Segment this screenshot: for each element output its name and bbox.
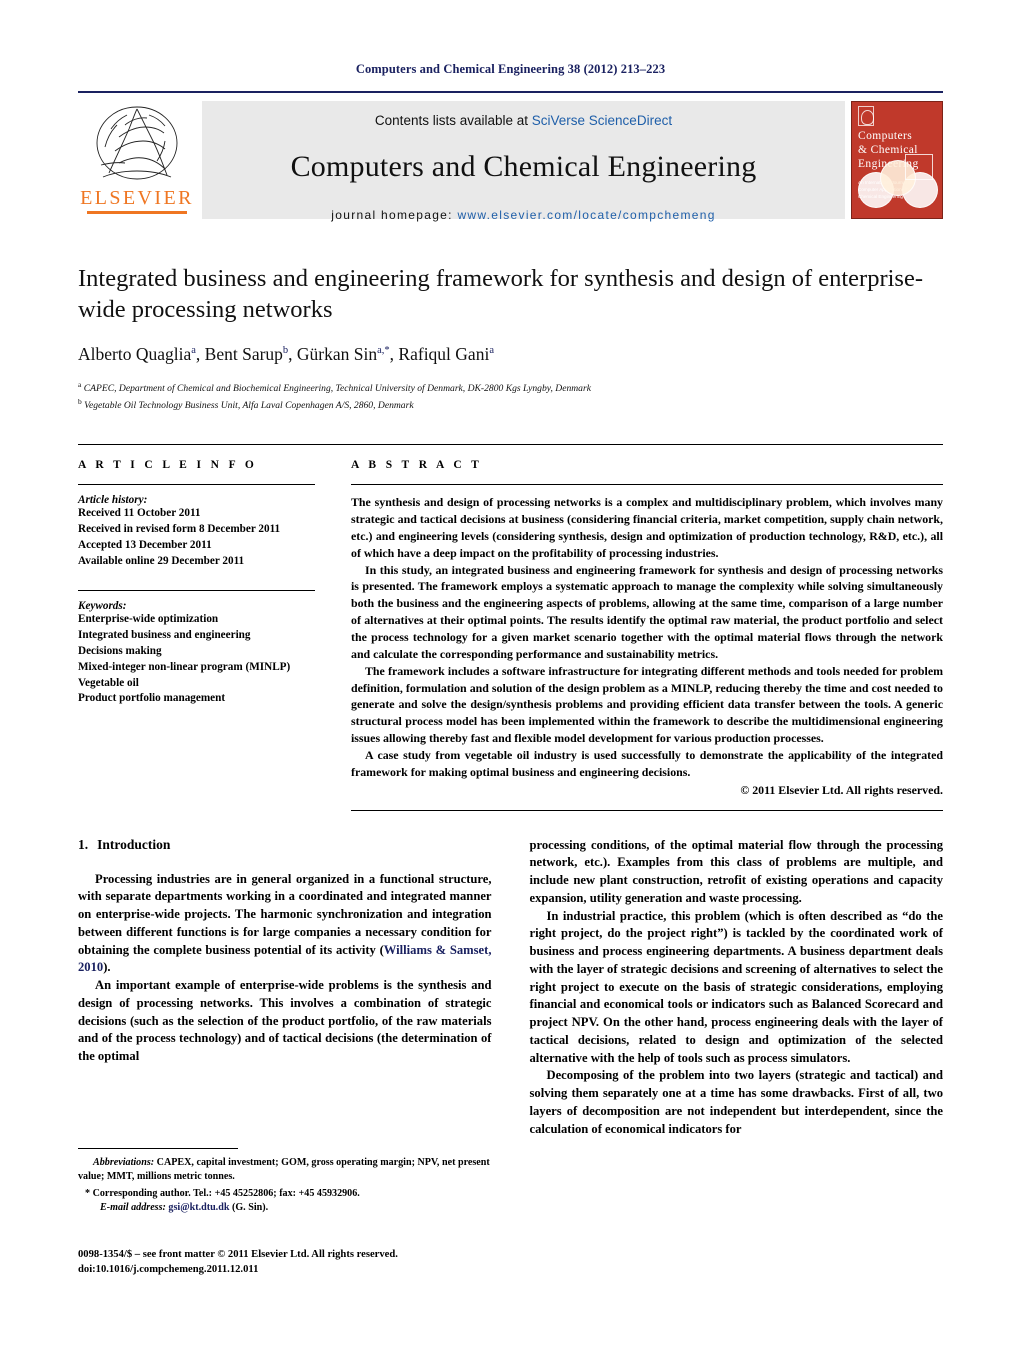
cover-artwork [856,154,939,216]
article-info-heading: A R T I C L E I N F O [78,459,258,472]
email-label: E-mail address: [100,1201,166,1213]
history-item-2: Accepted 13 December 2011 [78,539,212,552]
elsevier-tree-mini-icon [858,106,874,126]
body-column-right: processing conditions, of the optimal ma… [530,837,944,1139]
article-history-label: Article history: [78,494,148,507]
keywords-label: Keywords: [78,599,127,612]
abstract-copyright: © 2011 Elsevier Ltd. All rights reserved… [740,782,943,797]
email-note: E-mail address: gsi@kt.dtu.dk (G. Sin). [78,1201,503,1215]
affiliation-list: a CAPEC, Department of Chemical and Bioc… [78,379,943,415]
author-3-mark: a [489,344,494,356]
abstract-paragraph-3: A case study from vegetable oil industry… [351,747,943,779]
elsevier-rule [87,211,187,214]
cover-title-line1: Computers [858,130,913,142]
body-paragraph-right-1: In industrial practice, this problem (wh… [529,908,944,1065]
author-1-mark: b [282,344,289,356]
affiliation-0: a CAPEC, Department of Chemical and Bioc… [78,379,591,394]
title-block: Integrated business and engineering fram… [78,263,943,414]
section-title: Introduction [97,836,171,852]
author-1: Bent Sarupb [204,343,289,364]
corresponding-author-note: * Corresponding author. Tel.: +45 452528… [85,1187,360,1199]
section-heading-introduction: 1. Introduction [78,837,492,853]
elsevier-logo: ELSEVIER [78,101,196,219]
journal-homepage-line: journal homepage: www.elsevier.com/locat… [331,208,715,222]
issn-block: 0098-1354/$ – see front matter © 2011 El… [78,1247,548,1278]
sciencedirect-link[interactable]: SciVerse ScienceDirect [532,113,672,128]
abstract-paragraph-1: In this study, an integrated business an… [351,562,943,661]
page-title: Integrated business and engineering fram… [78,265,923,324]
homepage-label: journal homepage: [331,208,453,222]
footnote-block: Abbreviations: CAPEX, capital investment… [78,1148,503,1215]
contents-prefix: Contents lists available at [374,113,532,128]
masthead-center: Contents lists available at SciVerse Sci… [202,101,845,222]
doi-line[interactable]: doi:10.1016/j.compchemeng.2011.12.011 [78,1262,548,1277]
keyword-3: Mixed-integer non-linear program (MINLP) [78,660,291,673]
history-item-3: Available online 29 December 2011 [78,554,245,567]
keyword-2: Decisions making [78,644,162,657]
abstract-bottom-rule [351,809,943,811]
abstract-paragraph-0: The synthesis and design of processing n… [351,495,943,560]
footnote-rule [78,1148,238,1149]
abstract-paragraph-2: The framework includes a software infras… [351,663,943,746]
elsevier-tree-icon [89,103,185,185]
contents-available-line: Contents lists available at SciVerse Sci… [375,113,672,128]
body-columns: 1. Introduction Processing industries are… [78,837,943,1139]
keywords-block: Keywords: Enterprise-wide optimization I… [78,589,331,707]
article-info-column: A R T I C L E I N F O Article history: R… [78,459,351,810]
body-paragraph-right-2: Decomposing of the problem into two laye… [529,1068,944,1136]
abstract-divider [351,484,943,486]
keyword-1: Integrated business and engineering [78,628,251,641]
abbreviations-note: Abbreviations: CAPEX, capital investment… [78,1156,503,1184]
section-number: 1. [78,836,89,852]
keywords-divider [78,589,315,591]
journal-title: Computers and Chemical Engineering [290,150,757,183]
author-0: Alberto Quagliaa [78,343,196,364]
paper-page: Computers and Chemical Engineering 38 (2… [0,0,1021,1351]
keyword-4: Vegetable oil [78,676,139,689]
abstract-heading: A B S T R A C T [351,459,483,472]
abbreviations-label: Abbreviations: [93,1157,155,1168]
article-info-divider [78,484,315,486]
email-suffix: (G. Sin). [231,1201,269,1213]
article-history-list: Received 11 October 2011 Received in rev… [78,506,331,570]
email-link[interactable]: gsi@kt.dtu.dk [168,1202,229,1213]
body-paragraph-left-0: Processing industries are in general org… [78,871,492,975]
elsevier-wordmark: ELSEVIER [80,187,194,209]
history-item-1: Received in revised form 8 December 2011 [78,523,281,536]
info-abstract-row: A R T I C L E I N F O Article history: R… [78,444,943,811]
keyword-0: Enterprise-wide optimization [78,612,219,625]
abstract-column: A B S T R A C T The synthesis and design… [351,459,943,811]
author-2-mark: a,* [377,344,390,356]
homepage-url-link[interactable]: www.elsevier.com/locate/compchemeng [457,208,715,222]
journal-cover-thumbnail: Computers & Chemical Engineering An Inte… [851,101,943,219]
author-list: Alberto Quagliaa, Bent Sarupb, Gürkan Si… [78,343,494,364]
running-head: Computers and Chemical Engineering 38 (2… [355,62,666,76]
body-column-left: 1. Introduction Processing industries are… [78,837,492,1139]
body-paragraph-left-1: An important example of enterprise-wide … [78,978,492,1064]
keywords-list: Enterprise-wide optimization Integrated … [78,612,331,707]
keyword-5: Product portfolio management [78,692,226,705]
author-2: Gürkan Sina,* [296,343,390,364]
body-paragraph-right-0: processing conditions, of the optimal ma… [529,837,944,905]
issn-line: 0098-1354/$ – see front matter © 2011 El… [78,1249,398,1260]
author-0-mark: a [191,344,196,356]
affiliation-1: b Vegetable Oil Technology Business Unit… [78,397,414,412]
author-3: Rafiqul Gania [398,343,494,364]
history-item-0: Received 11 October 2011 [78,507,201,520]
journal-masthead: ELSEVIER Contents lists available at Sci… [78,91,943,222]
